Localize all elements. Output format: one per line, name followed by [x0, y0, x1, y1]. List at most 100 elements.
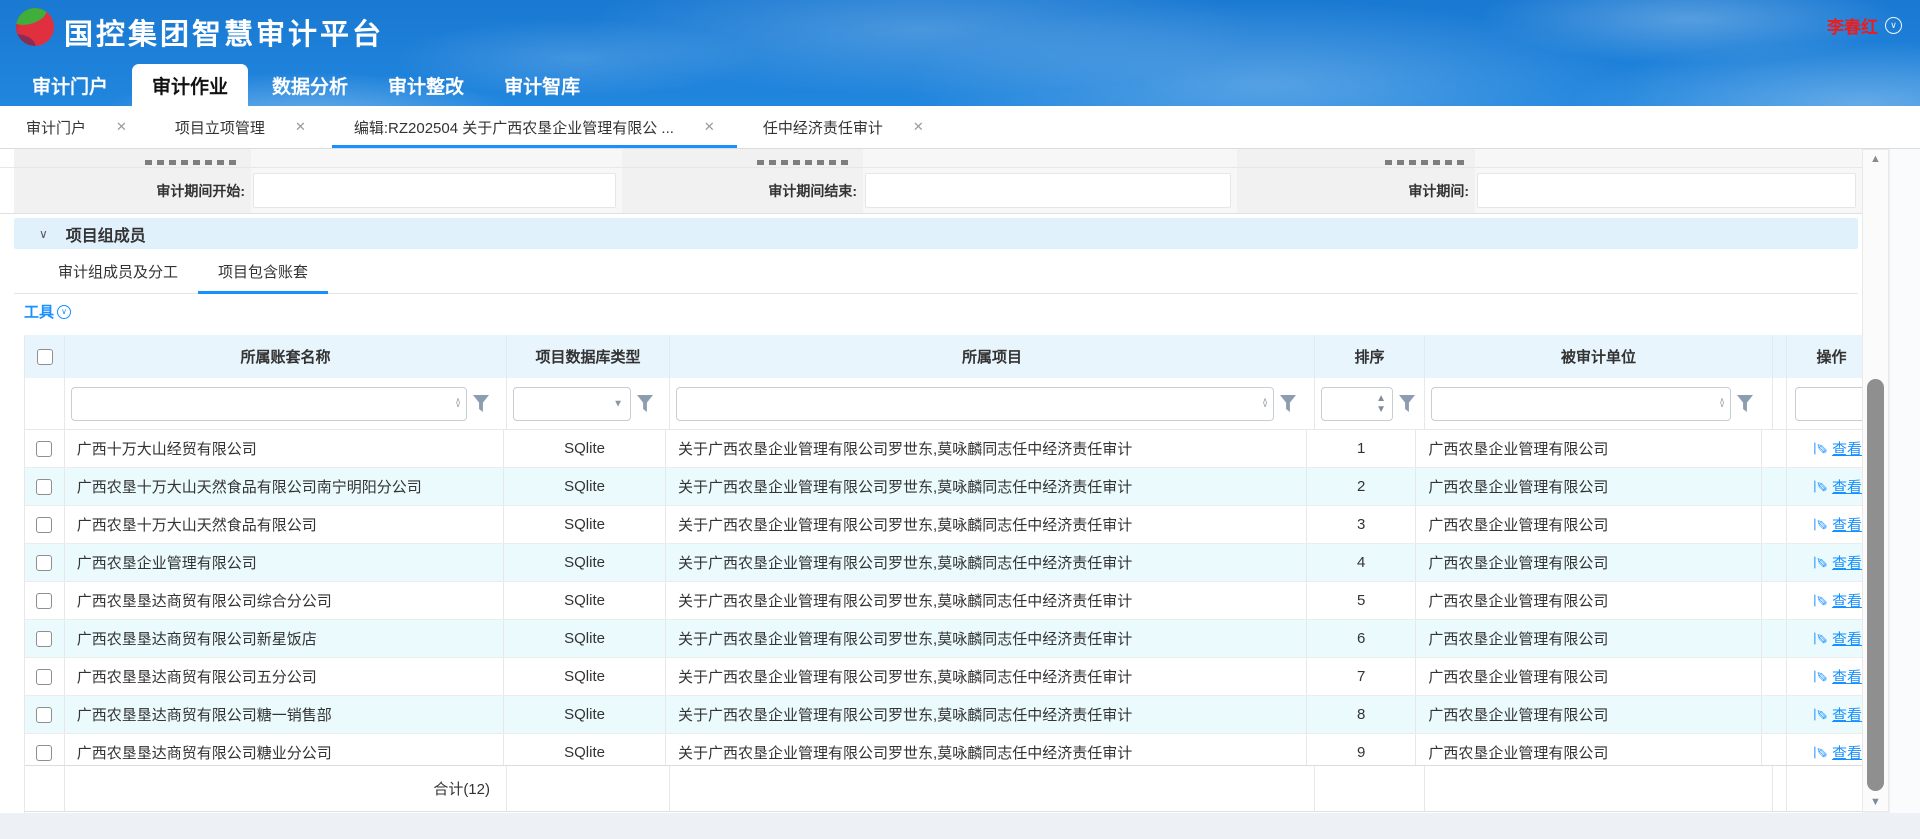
tools-menu[interactable]: 工具 ∨ — [24, 301, 71, 322]
select-caret-down-icon[interactable]: ▼ — [613, 398, 623, 409]
footer-empty-cell — [507, 766, 670, 811]
table-row[interactable]: 广西农垦十万大山天然食品有限公司南宁明阳分公司 SQlite 关于广西农垦企业管… — [25, 468, 1862, 506]
view-link[interactable]: ✎查看 — [1815, 666, 1862, 687]
scroll-down-arrow-icon[interactable]: ▼ — [1863, 796, 1888, 808]
number-spinner-icon[interactable]: ▲▼ — [1376, 395, 1386, 413]
ledger-name-filter-combobox[interactable]: ∧∨ — [71, 387, 467, 421]
combo-arrows-icon[interactable]: ∧∨ — [1262, 399, 1268, 409]
cell-actions: ✎查看 — [1787, 582, 1862, 619]
project-filter-input[interactable] — [677, 388, 1273, 420]
filter-funnel-icon[interactable] — [1399, 395, 1415, 412]
filter-project-cell: ∧∨ — [670, 378, 1315, 429]
subtab-members-division[interactable]: 审计组成员及分工 — [38, 250, 198, 293]
table-footer-row: 合计(12) — [25, 765, 1862, 812]
doc-tab-edit-rz202504[interactable]: 编辑:RZ202504 关于广西农垦企业管理有限公 ... ✕ — [330, 106, 739, 148]
nav-item-data-analysis[interactable]: 数据分析 — [252, 64, 368, 106]
vertical-scrollbar[interactable]: ▲ ▼ — [1862, 149, 1889, 812]
nav-item-audit-work[interactable]: 审计作业 — [132, 64, 248, 106]
view-link[interactable]: ✎查看 — [1815, 438, 1862, 459]
close-icon[interactable]: ✕ — [913, 119, 924, 135]
collapse-chevron-down-icon[interactable]: ∨ — [39, 227, 48, 241]
table-row[interactable]: 广西农垦垦达商贸有限公司综合分公司 SQlite 关于广西农垦企业管理有限公司罗… — [25, 582, 1862, 620]
audited-unit-filter-combobox[interactable]: ∧∨ — [1431, 387, 1731, 421]
close-icon[interactable]: ✕ — [295, 119, 306, 135]
view-link[interactable]: ✎查看 — [1815, 514, 1862, 535]
row-checkbox[interactable] — [36, 517, 52, 533]
cell-actions: ✎查看 — [1787, 734, 1862, 765]
audit-period-end-input[interactable] — [865, 173, 1231, 208]
clipped-value-cell — [1475, 149, 1862, 167]
scroll-up-arrow-icon[interactable]: ▲ — [1863, 153, 1888, 165]
table-row[interactable]: 广西农垦垦达商贸有限公司糖业分公司 SQlite 关于广西农垦企业管理有限公司罗… — [25, 734, 1862, 765]
row-checkbox[interactable] — [36, 593, 52, 609]
table-row[interactable]: 广西农垦企业管理有限公司 SQlite 关于广西农垦企业管理有限公司罗世东,莫咏… — [25, 544, 1862, 582]
db-type-filter-select[interactable]: ▼ — [513, 387, 631, 421]
nav-item-audit-rectify[interactable]: 审计整改 — [368, 64, 484, 106]
cell-order: 6 — [1307, 620, 1416, 657]
scrollbar-thumb[interactable] — [1867, 379, 1884, 791]
ledger-name-filter-input[interactable] — [72, 388, 466, 420]
filter-funnel-icon[interactable] — [1280, 395, 1296, 412]
cell-db-type: SQlite — [504, 734, 666, 765]
project-filter-combobox[interactable]: ∧∨ — [676, 387, 1274, 421]
filter-funnel-icon[interactable] — [473, 395, 489, 412]
close-icon[interactable]: ✕ — [116, 119, 127, 135]
row-checkbox[interactable] — [36, 745, 52, 761]
table-header-row: 所属账套名称 项目数据库类型 所属项目 排序 被审计单位 操作 — [25, 335, 1862, 378]
view-link[interactable]: ✎查看 — [1815, 476, 1862, 497]
clipped-label-cell — [14, 149, 251, 167]
table-row[interactable]: 广西农垦垦达商贸有限公司五分公司 SQlite 关于广西农垦企业管理有限公司罗世… — [25, 658, 1862, 696]
combo-arrows-icon[interactable]: ∧∨ — [455, 399, 461, 409]
clipped-value-cell — [251, 149, 622, 167]
audited-unit-filter-input[interactable] — [1432, 388, 1730, 420]
table-row[interactable]: 广西农垦十万大山天然食品有限公司 SQlite 关于广西农垦企业管理有限公司罗世… — [25, 506, 1862, 544]
row-checkbox[interactable] — [36, 441, 52, 457]
cell-actions: ✎查看 — [1787, 620, 1862, 657]
combo-arrows-icon[interactable]: ∧∨ — [1719, 399, 1725, 409]
doc-tab-audit-portal[interactable]: 审计门户 ✕ — [2, 106, 151, 148]
tools-chevron-down-icon[interactable]: ∨ — [57, 305, 71, 319]
column-header-db-type: 项目数据库类型 — [507, 335, 670, 378]
row-checkbox[interactable] — [36, 479, 52, 495]
view-link[interactable]: ✎查看 — [1815, 552, 1862, 573]
close-icon[interactable]: ✕ — [704, 119, 715, 135]
view-link[interactable]: ✎查看 — [1815, 704, 1862, 725]
nav-item-audit-portal[interactable]: 审计门户 — [12, 64, 128, 106]
actions-filter-input[interactable] — [1795, 387, 1862, 421]
select-all-checkbox[interactable] — [37, 349, 53, 365]
filter-spacer-cell — [1773, 378, 1787, 429]
view-link[interactable]: ✎查看 — [1815, 590, 1862, 611]
cell-actions: ✎查看 — [1787, 696, 1862, 733]
page-bottom-margin — [0, 813, 1920, 839]
edit-pencil-icon: ✎ — [1813, 595, 1830, 607]
table-row[interactable]: 广西农垦垦达商贸有限公司新星饭店 SQlite 关于广西农垦企业管理有限公司罗世… — [25, 620, 1862, 658]
filter-funnel-icon[interactable] — [637, 395, 653, 412]
audit-period-input[interactable] — [1477, 173, 1856, 208]
clipped-value-cell — [863, 149, 1237, 167]
doc-tab-label: 项目立项管理 — [175, 117, 265, 138]
row-checkbox[interactable] — [36, 555, 52, 571]
user-name: 李春红 — [1827, 13, 1878, 38]
section-project-members[interactable]: ∨ 项目组成员 — [14, 218, 1858, 249]
audit-period-start-input[interactable] — [253, 173, 616, 208]
order-filter-number-input[interactable]: ▲▼ — [1321, 387, 1393, 421]
audit-period-start-field-wrap — [251, 168, 622, 213]
row-checkbox[interactable] — [36, 669, 52, 685]
table-row[interactable]: 广西农垦垦达商贸有限公司糖一销售部 SQlite 关于广西农垦企业管理有限公司罗… — [25, 696, 1862, 734]
user-chevron-down-icon[interactable]: ∨ — [1885, 17, 1902, 34]
row-checkbox[interactable] — [36, 707, 52, 723]
edit-pencil-icon: ✎ — [1813, 443, 1830, 455]
cell-audited-unit: 广西农垦企业管理有限公司 — [1416, 506, 1762, 543]
doc-tab-incumbent-audit[interactable]: 任中经济责任审计 ✕ — [739, 106, 948, 148]
subtab-project-ledgers[interactable]: 项目包含账套 — [198, 250, 328, 293]
filter-funnel-icon[interactable] — [1737, 395, 1753, 412]
row-checkbox[interactable] — [36, 631, 52, 647]
spacer-cell — [1762, 430, 1787, 467]
nav-item-audit-knowledge[interactable]: 审计智库 — [484, 64, 600, 106]
table-row[interactable]: 广西十万大山经贸有限公司 SQlite 关于广西农垦企业管理有限公司罗世东,莫咏… — [25, 430, 1862, 468]
doc-tab-project-setup[interactable]: 项目立项管理 ✕ — [151, 106, 330, 148]
cutoff-label-fragment — [1385, 160, 1465, 165]
view-link[interactable]: ✎查看 — [1815, 628, 1862, 649]
user-menu[interactable]: 李春红 ∨ — [1827, 13, 1902, 38]
view-link[interactable]: ✎查看 — [1815, 742, 1862, 763]
